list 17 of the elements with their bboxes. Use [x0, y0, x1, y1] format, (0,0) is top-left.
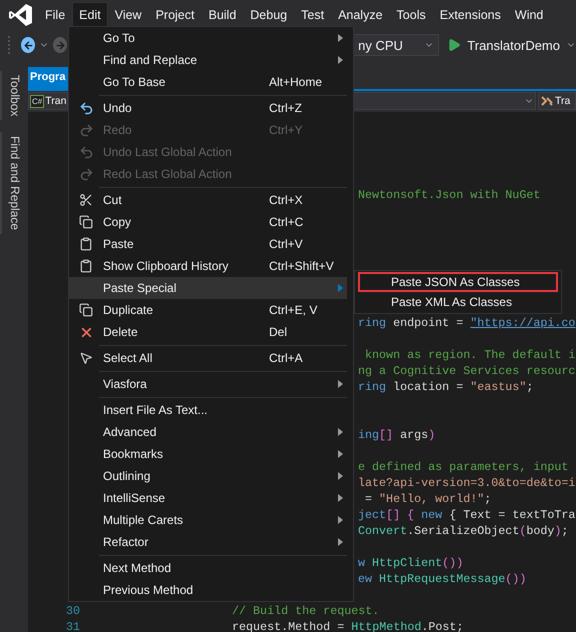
line-number: 31	[64, 620, 80, 632]
code-line: ject[] { new { Text = textToTra	[358, 508, 576, 522]
code-line: // Build the request.	[232, 604, 380, 618]
code-line: Convert.SerializeObject(body);	[358, 524, 568, 538]
file-type-badge: C#	[30, 94, 44, 108]
line-number: 30	[64, 604, 80, 618]
code-line: Newtonsoft.Json with NuGet	[358, 188, 540, 202]
code-line: ing[] args)	[358, 428, 436, 442]
code-line: known as region. The default i	[364, 348, 576, 362]
code-line: ring location = "eastus";	[358, 380, 534, 394]
code-line: e defined as parameters, input	[358, 460, 568, 474]
code-line: late?api-version=3.0&to=de&to=i	[358, 476, 576, 490]
code-line: ring endpoint = "https://api.co	[358, 316, 576, 330]
code-line: ng a Cognitive Services resourc	[358, 364, 576, 378]
code-line: = "Hello, world!";	[364, 492, 492, 506]
code-line: w HttpClient())	[358, 556, 464, 570]
code-line: ew HttpRequestMessage())	[358, 572, 526, 586]
